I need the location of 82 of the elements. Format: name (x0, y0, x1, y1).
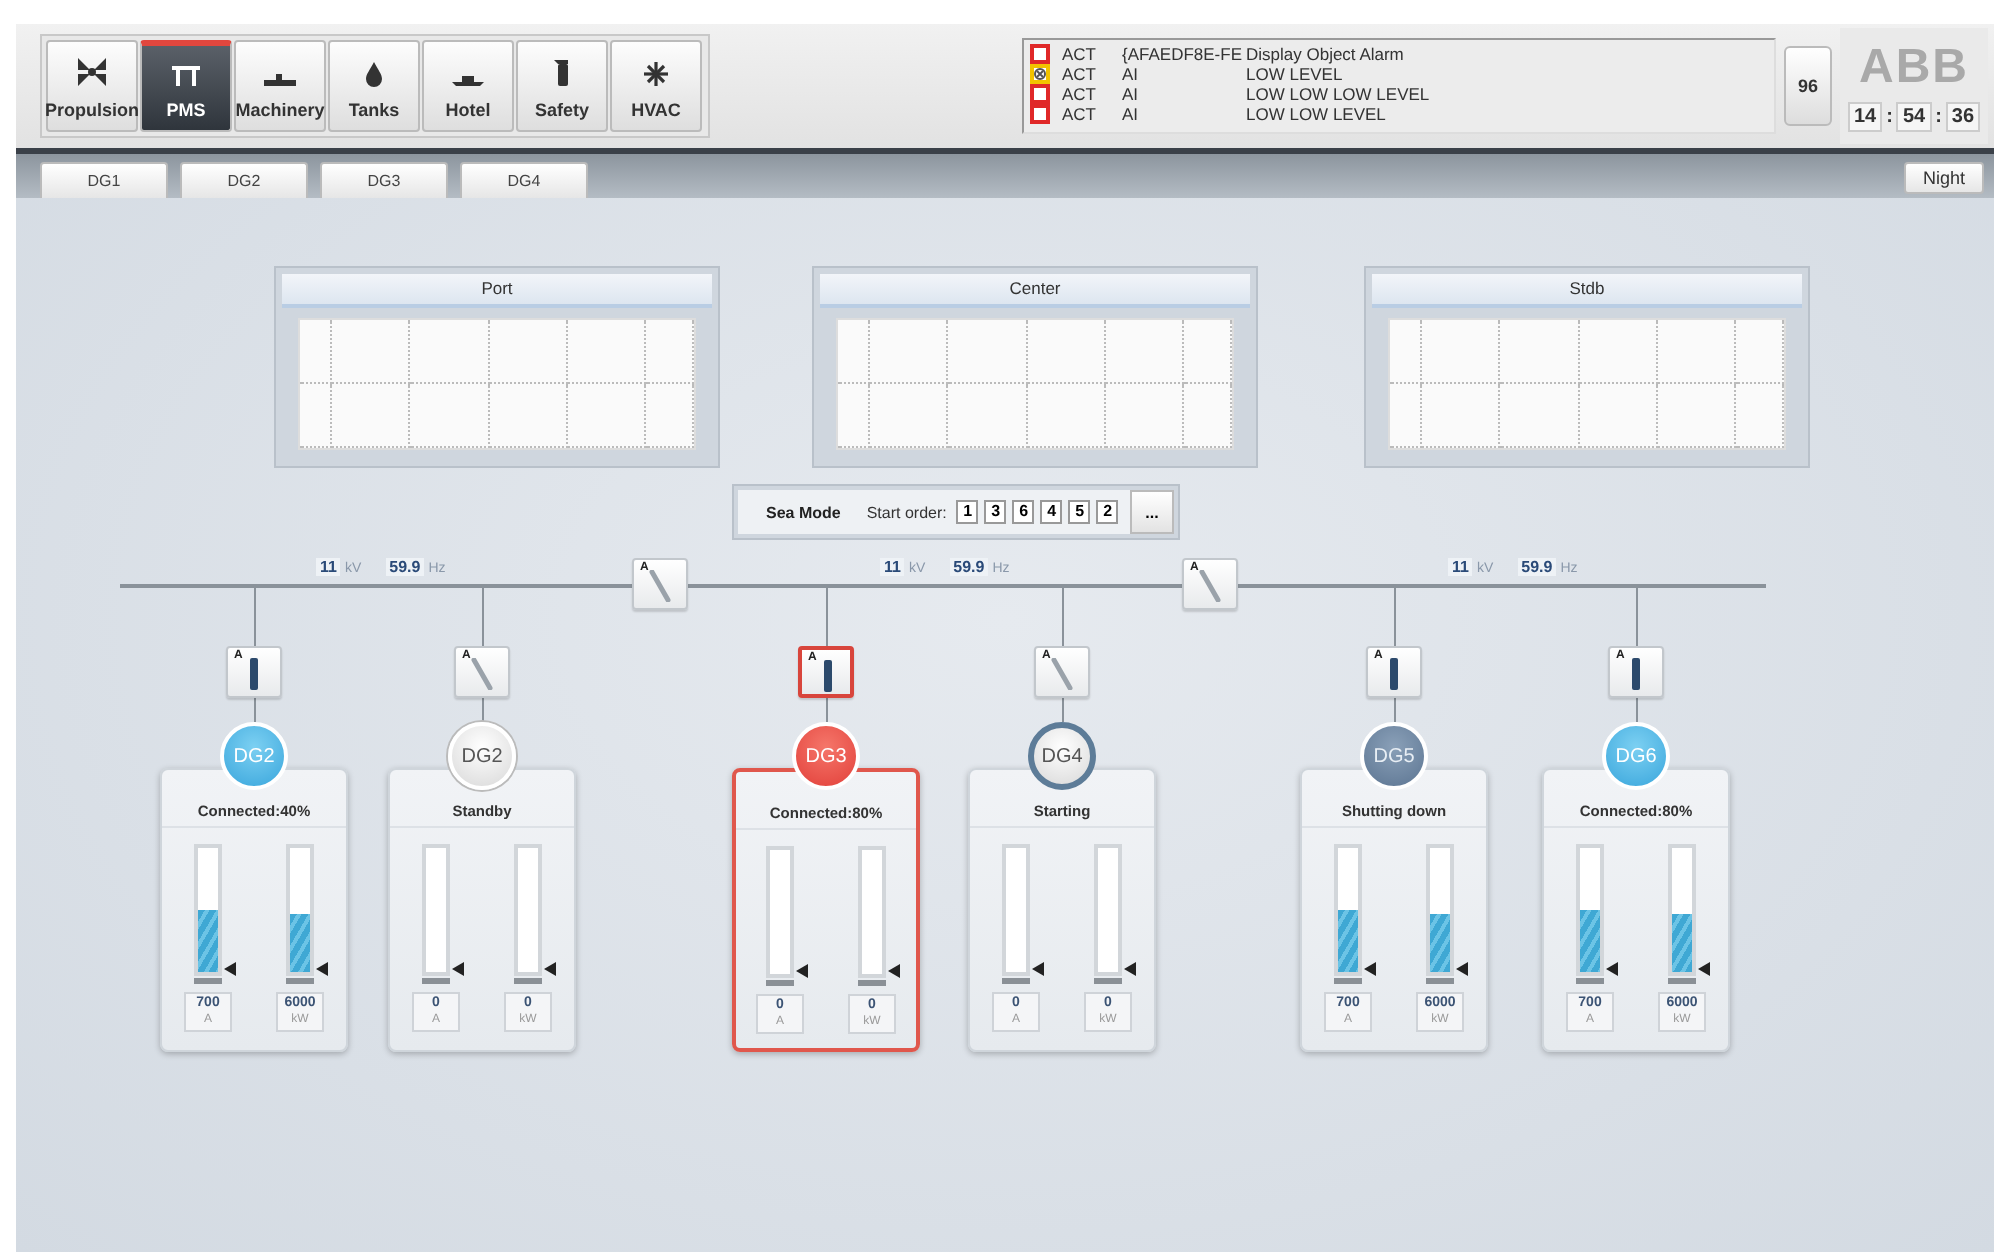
nav-icon (450, 72, 486, 88)
nav-button[interactable]: HVAC (610, 40, 702, 132)
panel-title: Port (282, 274, 712, 308)
nav-icon (262, 72, 298, 88)
closed-switch-icon (824, 660, 832, 692)
mode-label: Sea Mode (766, 503, 841, 521)
alarm-source: {AFAEDF8E-FE (1122, 44, 1244, 64)
alarm-source: AI (1122, 84, 1141, 104)
pointer-icon (888, 964, 900, 978)
pointer-icon (224, 962, 236, 976)
open-switch-icon (1050, 658, 1074, 690)
start-order-number: 2 (1096, 500, 1119, 524)
nav-button[interactable]: Hotel (422, 40, 514, 132)
alarm-state: ACT (1062, 64, 1098, 84)
nav-icon (550, 56, 574, 88)
more-button[interactable]: ... (1130, 490, 1174, 534)
nav-icon (364, 60, 384, 88)
panel-title: Center (820, 274, 1250, 308)
nav-button[interactable]: Machinery (234, 40, 326, 132)
start-order-number: 4 (1040, 500, 1063, 524)
start-order-number: 3 (984, 500, 1007, 524)
nav-button[interactable]: PMS (140, 40, 232, 132)
nav-icon (642, 60, 670, 88)
pointer-icon (544, 962, 556, 976)
nav-button[interactable]: Safety (516, 40, 608, 132)
start-order-number: 6 (1012, 500, 1035, 524)
frequency-value: 59.9 (385, 558, 425, 576)
logo: ABB (1859, 40, 1969, 96)
clock-separator: : (1935, 106, 1942, 128)
open-switch-icon (1198, 570, 1222, 602)
nav-button[interactable]: Tanks (328, 40, 420, 132)
pointer-icon (1124, 962, 1136, 976)
start-order-label: Start order: (866, 503, 947, 521)
pointer-icon (1456, 962, 1468, 976)
clock-digits: 36 (1945, 102, 1981, 132)
pointer-icon (1606, 962, 1618, 976)
night-button[interactable]: Night (1904, 162, 1984, 194)
alarm-checkbox[interactable] (1030, 104, 1050, 124)
nav-button[interactable]: Propulsion (46, 40, 138, 132)
voltage-value: 11 (1448, 558, 1473, 576)
alarm-state: ACT (1062, 44, 1098, 64)
panel-title: Stdb (1372, 274, 1802, 308)
open-switch-icon (648, 570, 672, 602)
clock-digits: 54 (1896, 102, 1932, 132)
pointer-icon (1364, 962, 1376, 976)
alarm-text: LOW LOW LOW LEVEL (1246, 84, 1432, 104)
tab[interactable]: DG2 (180, 162, 308, 198)
pointer-icon (452, 962, 464, 976)
pointer-icon (1032, 962, 1044, 976)
closed-switch-icon (1632, 658, 1640, 690)
frequency-value: 59.9 (949, 558, 989, 576)
alarm-state: ACT (1062, 84, 1098, 104)
alarm-checkbox[interactable] (1030, 44, 1050, 64)
generator-icon[interactable]: DG2 (448, 722, 516, 790)
clock-separator: : (1886, 106, 1893, 128)
frequency-value: 59.9 (1517, 558, 1557, 576)
voltage-value: 11 (316, 558, 341, 576)
pointer-icon (796, 964, 808, 978)
alarm-count-button[interactable]: 96 (1784, 46, 1832, 126)
pointer-icon (316, 962, 328, 976)
alarm-text: LOW LOW LEVEL (1246, 104, 1388, 124)
closed-switch-icon (250, 658, 258, 690)
alarm-source: AI (1122, 64, 1141, 84)
alarm-state: ACT (1062, 104, 1098, 124)
alarm-checkbox[interactable] (1030, 64, 1050, 84)
alarm-checkbox[interactable] (1030, 84, 1050, 104)
closed-switch-icon (1390, 658, 1398, 690)
nav-icon (170, 64, 202, 88)
start-order-number: 5 (1068, 500, 1091, 524)
alarm-text: LOW LEVEL (1246, 64, 1345, 84)
open-switch-icon (470, 658, 494, 690)
nav-icon (74, 56, 110, 88)
pointer-icon (1698, 962, 1710, 976)
voltage-value: 11 (880, 558, 905, 576)
tab[interactable]: DG1 (40, 162, 168, 198)
tab[interactable]: DG4 (460, 162, 588, 198)
clock-digits: 14 (1847, 102, 1883, 132)
alarm-text: Display Object Alarm (1246, 44, 1406, 64)
generator-icon[interactable]: DG4 (1028, 722, 1096, 790)
tab[interactable]: DG3 (320, 162, 448, 198)
start-order-number: 1 (956, 500, 979, 524)
alarm-source: AI (1122, 104, 1141, 124)
